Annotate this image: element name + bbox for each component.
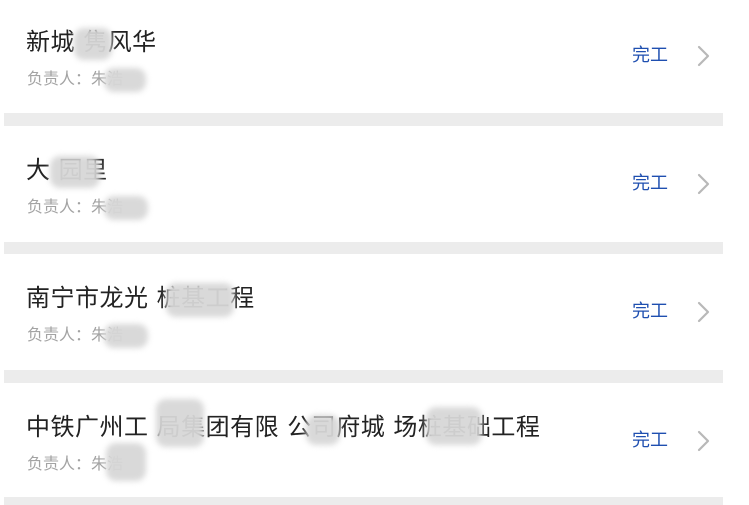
status-badge: 完工 xyxy=(632,45,668,66)
status-badge: 完工 xyxy=(632,430,668,451)
redaction-blur xyxy=(306,415,340,445)
project-item[interactable]: 大 园里 负责人：朱浩 完工 xyxy=(0,128,749,240)
redaction-blur xyxy=(106,443,146,481)
owner-label: 负责人： xyxy=(27,69,92,88)
divider xyxy=(4,497,723,505)
owner-label: 负责人： xyxy=(27,325,92,344)
redaction-blur xyxy=(156,399,204,447)
redaction-blur xyxy=(104,68,146,92)
project-item[interactable]: 南宁市龙光 桩基工程 负责人：朱浩 完工 xyxy=(0,256,749,368)
redaction-blur xyxy=(104,324,148,348)
divider xyxy=(4,242,723,254)
divider xyxy=(4,370,723,383)
owner-label: 负责人： xyxy=(27,197,92,216)
chevron-right-icon[interactable] xyxy=(693,44,713,68)
redaction-blur xyxy=(74,28,112,60)
divider xyxy=(4,113,723,126)
redaction-blur xyxy=(166,283,234,317)
status-badge: 完工 xyxy=(632,173,668,194)
status-badge: 完工 xyxy=(632,301,668,322)
project-list: 新城 隽风华 负责人：朱浩 完工 大 园里 负责人：朱浩 完工 南宁市龙光 桩基… xyxy=(0,0,749,505)
project-item[interactable]: 中铁广州工 局集团有限 公司府城 场桩基础工程 负责人：朱浩 完工 xyxy=(0,385,749,497)
redaction-blur xyxy=(50,156,100,188)
project-item[interactable]: 新城 隽风华 负责人：朱浩 完工 xyxy=(0,0,749,112)
chevron-right-icon[interactable] xyxy=(693,429,713,453)
redaction-blur xyxy=(104,196,148,220)
chevron-right-icon[interactable] xyxy=(693,300,713,324)
owner-label: 负责人： xyxy=(27,454,92,473)
chevron-right-icon[interactable] xyxy=(693,172,713,196)
redaction-blur xyxy=(426,407,482,445)
